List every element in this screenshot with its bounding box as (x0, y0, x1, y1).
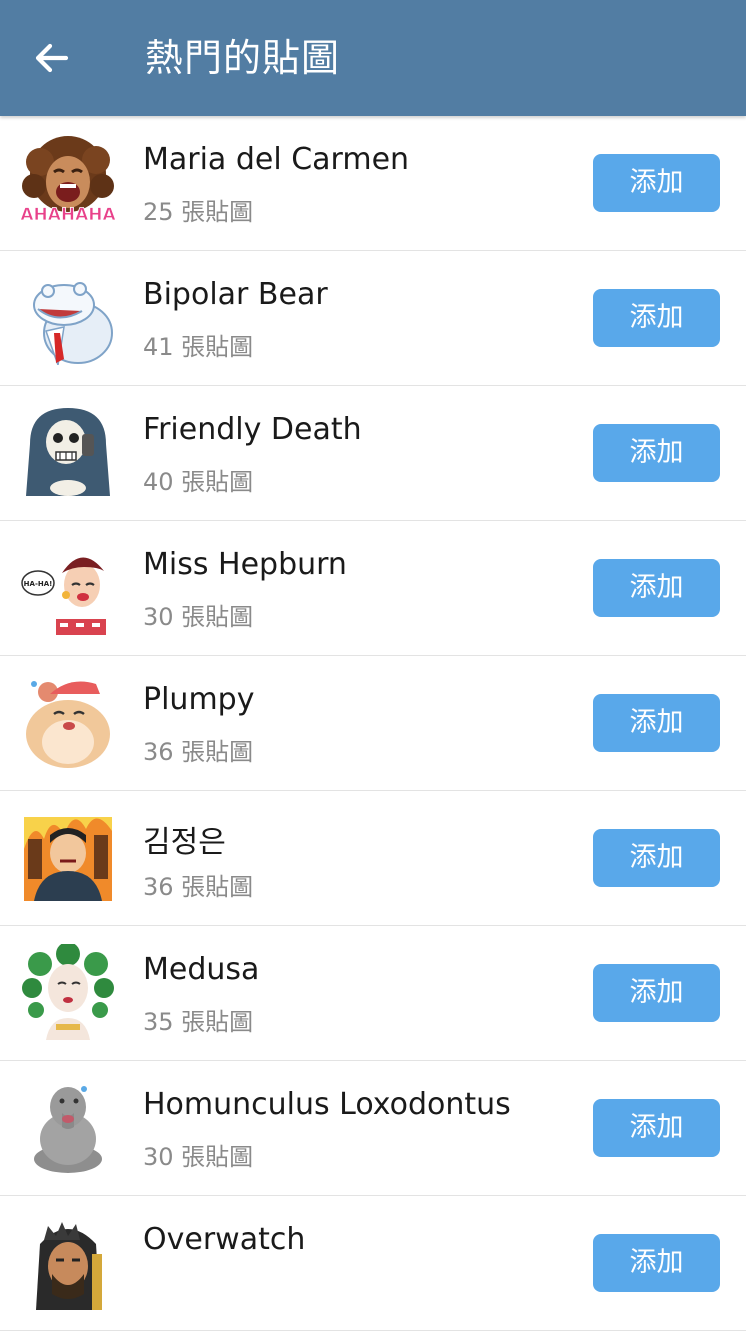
sticker-count: 25 張貼圖 (143, 198, 254, 226)
sticker-count: 36 張貼圖 (143, 873, 254, 901)
add-button[interactable]: 添加 (593, 694, 720, 752)
sticker-set-name: 김정은 (143, 825, 226, 860)
add-button[interactable]: 添加 (593, 1234, 720, 1292)
laughing-woman-sticker-icon: AHAHAHA (20, 136, 116, 225)
sticker-set-name: Plumpy (143, 682, 255, 717)
sticker-set-name: Miss Hepburn (143, 547, 347, 582)
list-item[interactable]: Medusa 35 張貼圖 添加 (0, 926, 746, 1061)
list-item[interactable]: 김정은 36 張貼圖 添加 (0, 791, 746, 926)
list-item[interactable]: Friendly Death 40 張貼圖 添加 (0, 386, 746, 521)
sticker-thumb-text: HA-HA! (24, 580, 53, 588)
sticker-set-name: Friendly Death (143, 412, 362, 447)
retro-lady-sticker-icon: HA-HA! (21, 557, 106, 635)
arrow-left-icon[interactable] (30, 36, 74, 80)
sticker-set-name: Homunculus Loxodontus (143, 1087, 511, 1122)
add-button[interactable]: 添加 (593, 829, 720, 887)
page-title: 熱門的貼圖 (145, 36, 341, 80)
add-button[interactable]: 添加 (593, 559, 720, 617)
app-bar: 熱門的貼圖 (0, 0, 746, 116)
sticker-count: 30 張貼圖 (143, 603, 254, 631)
skeleton-sticker-icon (26, 408, 110, 496)
sticker-set-name: Medusa (143, 952, 260, 987)
sticker-thumb-text: AHAHAHA (20, 205, 116, 225)
sticker-count: 41 張貼圖 (143, 333, 254, 361)
list-item[interactable]: AHAHAHA Maria del Carmen 25 張貼圖 添加 (0, 116, 746, 251)
sticker-count: 35 張貼圖 (143, 1008, 254, 1036)
elephant-creature-sticker-icon (34, 1086, 102, 1173)
overwatch-hero-sticker-icon (36, 1222, 102, 1310)
add-button[interactable]: 添加 (593, 289, 720, 347)
sticker-set-name: Bipolar Bear (143, 277, 328, 312)
polar-bear-sticker-icon (33, 282, 113, 365)
sticker-count: 36 張貼圖 (143, 738, 254, 766)
sticker-set-name: Overwatch (143, 1222, 306, 1257)
sticker-count: 40 張貼圖 (143, 468, 254, 496)
hamster-sticker-icon (26, 681, 110, 768)
list-item[interactable]: Overwatch 添加 (0, 1196, 746, 1331)
sticker-count: 30 張貼圖 (143, 1143, 254, 1171)
add-button[interactable]: 添加 (593, 1099, 720, 1157)
add-button[interactable]: 添加 (593, 154, 720, 212)
list-item[interactable]: Plumpy 36 張貼圖 添加 (0, 656, 746, 791)
list-item[interactable]: Bipolar Bear 41 張貼圖 添加 (0, 251, 746, 386)
medusa-sticker-icon (22, 944, 114, 1040)
add-button[interactable]: 添加 (593, 424, 720, 482)
man-fire-sticker-icon (24, 817, 112, 901)
list-item[interactable]: Homunculus Loxodontus 30 張貼圖 添加 (0, 1061, 746, 1196)
sticker-set-list[interactable]: AHAHAHA Maria del Carmen 25 張貼圖 添加 Bipol… (0, 116, 746, 1331)
list-item[interactable]: HA-HA! Miss Hepburn 30 張貼圖 添加 (0, 521, 746, 656)
sticker-set-name: Maria del Carmen (143, 142, 410, 177)
add-button[interactable]: 添加 (593, 964, 720, 1022)
